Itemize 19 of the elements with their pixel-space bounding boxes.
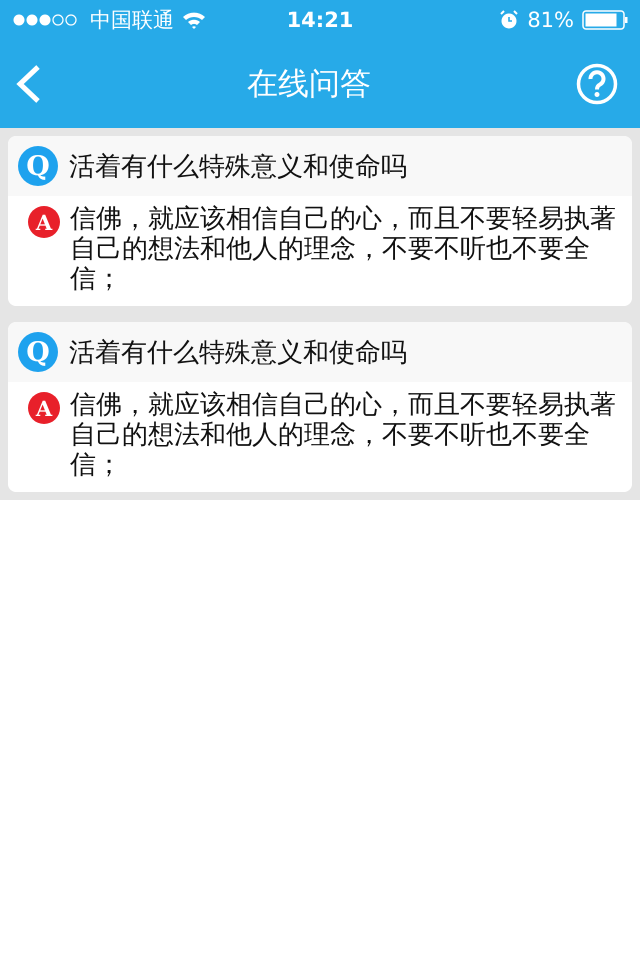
question-badge: Q bbox=[18, 146, 58, 186]
answer-text: 信佛，就应该相信自己的心，而且不要轻易执著自己的想法和他人的理念，不要不听也不要全信； bbox=[70, 390, 616, 480]
status-time: 14:21 bbox=[286, 8, 354, 32]
question-text: 活着有什么特殊意义和使命吗 bbox=[69, 336, 407, 370]
qa-card[interactable]: Q 活着有什么特殊意义和使命吗 A 信佛，就应该相信自己的心，而且不要轻易执著自己的想法和他人的理念，不要不听也不要全信； bbox=[8, 322, 632, 492]
page-title: 在线问答 bbox=[247, 65, 371, 104]
alarm-icon bbox=[499, 10, 520, 30]
help-button[interactable] bbox=[576, 63, 618, 105]
qa-card[interactable]: Q 活着有什么特殊意义和使命吗 A 信佛，就应该相信自己的心，而且不要轻易执著自己的想法和他人的理念，不要不听也不要全信； bbox=[8, 136, 632, 306]
question-badge: Q bbox=[18, 332, 58, 372]
question-text: 活着有什么特殊意义和使命吗 bbox=[69, 150, 407, 184]
carrier-name: 中国联通 bbox=[90, 7, 174, 34]
battery-percent: 81% bbox=[527, 8, 574, 32]
wifi-icon bbox=[182, 11, 206, 29]
back-button[interactable] bbox=[14, 64, 42, 104]
battery-icon bbox=[582, 10, 628, 30]
answer-badge: A bbox=[28, 392, 60, 424]
answer-text: 信佛，就应该相信自己的心，而且不要轻易执著自己的想法和他人的理念，不要不听也不要全信； bbox=[70, 204, 616, 294]
answer-badge: A bbox=[28, 206, 60, 238]
